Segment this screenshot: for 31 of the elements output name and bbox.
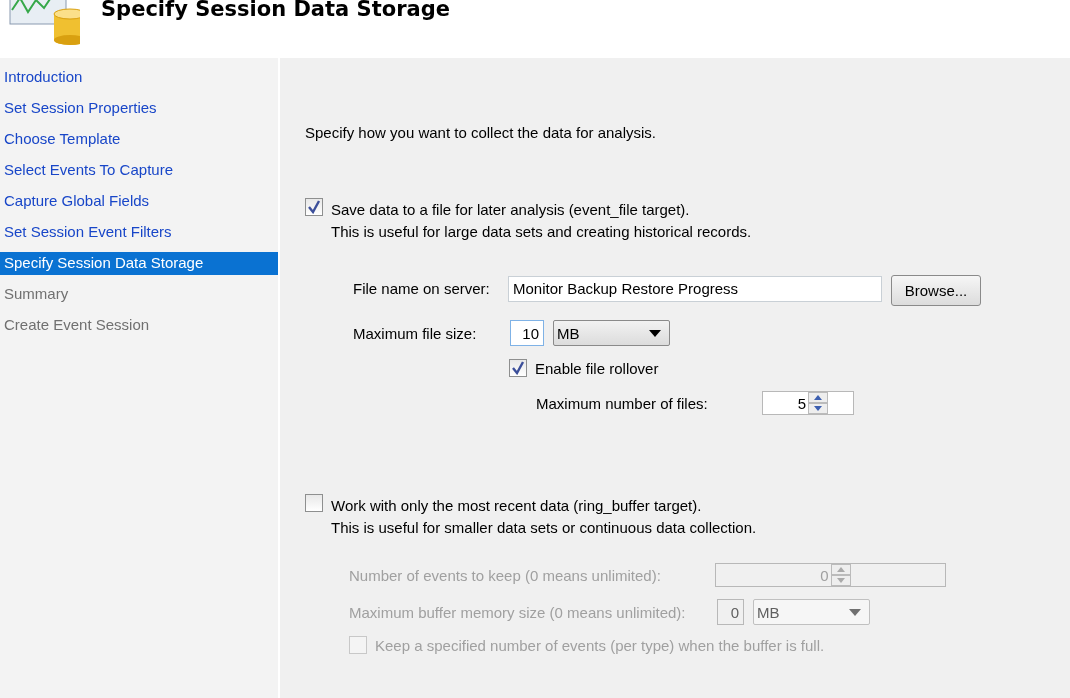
sidebar-item[interactable]: Specify Session Data Storage [0, 252, 278, 275]
field-label: File name on server: [353, 280, 491, 297]
option-title: Save data to a file for later analysis (event_file target). [331, 200, 691, 220]
caret-icon [849, 608, 861, 616]
sidebar-item[interactable]: Capture Global Fields [0, 190, 278, 221]
unit-dropdown[interactable]: MB [553, 320, 670, 346]
number-spinner[interactable]: 5 [762, 391, 854, 415]
page-title: Specify Session Data Storage [101, 0, 450, 21]
option-description: This is useful for large data sets and creating historical records. [331, 222, 752, 242]
sidebar-item[interactable]: Set Session Properties [0, 97, 278, 128]
field-label: Maximum number of files: [536, 394, 709, 412]
file-name-field[interactable]: Monitor Backup Restore Progress [508, 275, 882, 302]
option-title: Work with only the most recent data (ring_buffer target). [331, 496, 703, 516]
caret-icon [649, 329, 661, 337]
intro-text: Specify how you want to collect the data for analysis. [305, 124, 658, 141]
checkbox[interactable] [305, 198, 323, 216]
option-description: This is useful for smaller data sets or continuous data collection. [331, 518, 757, 538]
field-label: Maximum buffer memory size (0 means unlimited): [349, 603, 687, 621]
chart-database-icon [8, 0, 80, 46]
size-field[interactable]: 10 [510, 320, 544, 346]
browse-button[interactable]: Browse... [891, 275, 981, 306]
checkbox-label: Keep a specified number of events (per type) when the buffer is full. [375, 637, 825, 654]
field-label: Maximum file size: [353, 324, 478, 342]
checkbox-label: Enable file rollover [535, 360, 659, 377]
sidebar-item[interactable]: Choose Template [0, 128, 278, 159]
sidebar-item[interactable]: Set Session Event Filters [0, 221, 278, 252]
sidebar-item[interactable]: Introduction [0, 66, 278, 97]
checkbox[interactable] [509, 359, 527, 377]
checkbox[interactable] [305, 494, 323, 512]
sidebar-item[interactable]: Select Events To Capture [0, 159, 278, 190]
field-label: Number of events to keep (0 means unlimited): [349, 566, 662, 584]
